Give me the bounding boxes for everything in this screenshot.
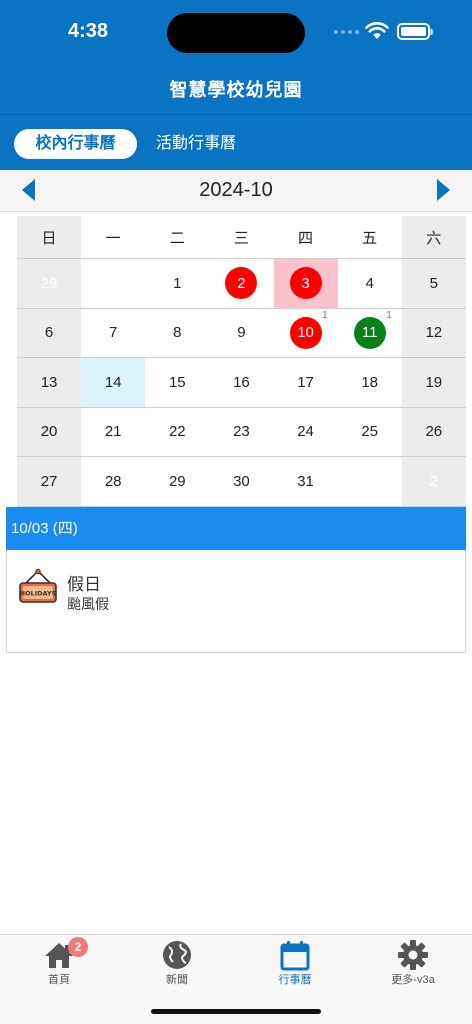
- calendar-tabs: 校內行事曆 活動行事曆: [0, 114, 472, 170]
- calendar-day[interactable]: 26: [401, 407, 466, 456]
- calendar-week: 20 21 22 23 24 25 26: [17, 407, 466, 457]
- calendar-day[interactable]: 10 1: [274, 309, 338, 358]
- event-day-marker: 10: [289, 316, 322, 349]
- calendar-week: 27 28 29 30 31 2: [17, 457, 466, 507]
- calendar-day-outside-month[interactable]: 29: [17, 259, 82, 308]
- nav-label: 更多-v3a: [391, 974, 435, 986]
- selected-day-header: 10/03 (四): [6, 507, 466, 550]
- calendar-day[interactable]: 2: [209, 259, 273, 308]
- globe-icon: [163, 941, 191, 969]
- battery-icon: [397, 23, 433, 40]
- weekday-label: 二: [169, 229, 185, 247]
- calendar-icon: [280, 941, 310, 971]
- calendar-day[interactable]: 18: [338, 358, 402, 407]
- calendar-day[interactable]: 29: [145, 457, 209, 506]
- calendar-day[interactable]: 1: [145, 259, 209, 308]
- calendar-week: 29 1 2 3 4 5: [17, 259, 466, 309]
- event-item[interactable]: HOLIDAYS 假日 颱風假: [6, 550, 466, 653]
- next-month-icon[interactable]: [432, 177, 454, 203]
- calendar-day[interactable]: 20: [17, 407, 82, 456]
- cellular-signal-icon: [334, 30, 359, 34]
- calendar-day[interactable]: 27: [17, 457, 82, 506]
- calendar-day-empty: [338, 457, 402, 506]
- wifi-icon: [365, 22, 389, 39]
- nav-label: 新聞: [166, 974, 188, 986]
- calendar-day[interactable]: 8: [145, 309, 209, 358]
- calendar-day[interactable]: 22: [145, 408, 209, 457]
- weekday-label: 六: [401, 216, 466, 258]
- top-header: 4:38 智慧學校幼兒園: [0, 0, 472, 114]
- calendar-day[interactable]: 28: [81, 457, 145, 506]
- calendar-day[interactable]: 30: [209, 457, 273, 506]
- calendar-day[interactable]: 21: [81, 408, 145, 457]
- calendar-day[interactable]: 25: [338, 408, 402, 457]
- weekday-label: 五: [362, 229, 378, 247]
- gear-icon: [398, 940, 428, 970]
- calendar-week: 6 7 8 9 10 1 11 1 12: [17, 308, 466, 358]
- event-count-badge: 1: [322, 309, 328, 321]
- nav-label: 行事曆: [278, 974, 312, 986]
- weekday-label: 日: [17, 216, 82, 258]
- notification-badge: 2: [68, 937, 88, 957]
- nav-item-more[interactable]: 更多-v3a: [354, 935, 472, 995]
- calendar-day[interactable]: 4: [338, 259, 402, 308]
- calendar-day-selected[interactable]: 3: [273, 259, 338, 308]
- calendar-day[interactable]: 24: [274, 408, 338, 457]
- calendar-day[interactable]: 19: [401, 358, 466, 407]
- tab-school-calendar[interactable]: 校內行事曆: [14, 129, 137, 159]
- status-time: 4:38: [68, 20, 109, 42]
- calendar-day[interactable]: 17: [274, 358, 338, 407]
- dynamic-island: [167, 13, 305, 53]
- app-title: 智慧學校幼兒園: [169, 80, 303, 100]
- calendar-day[interactable]: 23: [209, 408, 273, 457]
- calendar-day[interactable]: 7: [81, 309, 145, 358]
- nav-item-calendar[interactable]: 行事曆: [236, 935, 354, 995]
- calendar-day[interactable]: 6: [17, 308, 82, 357]
- calendar-day[interactable]: 15: [145, 358, 209, 407]
- nav-label: 首頁: [48, 974, 70, 986]
- calendar-day[interactable]: 11 1: [338, 309, 402, 358]
- nav-item-news[interactable]: 新聞: [118, 935, 236, 995]
- weekday-label: 四: [298, 229, 314, 247]
- event-day-marker: 11: [353, 316, 386, 349]
- calendar-day-empty: [81, 259, 145, 308]
- month-navigation: 2024-10: [0, 170, 472, 212]
- calendar-day[interactable]: 16: [209, 358, 273, 407]
- calendar-day[interactable]: 5: [401, 259, 466, 308]
- calendar-day[interactable]: 31: [274, 457, 338, 506]
- home-indicator: [151, 1009, 321, 1014]
- tab-activity-calendar[interactable]: 活動行事曆: [156, 129, 236, 159]
- weekday-label: 三: [233, 229, 249, 247]
- calendar-day-today[interactable]: 14: [81, 358, 146, 407]
- calendar-day-outside-month[interactable]: 2: [401, 457, 466, 506]
- calendar-day[interactable]: 12: [401, 308, 466, 357]
- calendar-day[interactable]: 9: [209, 309, 273, 358]
- calendar-week: 13 14 15 16 17 18 19: [17, 358, 466, 408]
- calendar-day[interactable]: 13: [17, 358, 82, 407]
- weekday-header: 日 一 二 三 四 五 六: [17, 216, 466, 259]
- event-title: 假日: [67, 575, 101, 594]
- holidays-sign-text: HOLIDAYS: [20, 590, 57, 598]
- event-day-marker: 2: [225, 267, 258, 300]
- weekday-label: 一: [105, 229, 121, 247]
- month-title: 2024-10: [199, 179, 273, 201]
- event-description: 颱風假: [67, 596, 109, 612]
- nav-item-home[interactable]: 2 首頁: [0, 935, 118, 995]
- event-count-badge: 1: [386, 309, 392, 321]
- calendar-grid: 日 一 二 三 四 五 六 29 1 2 3 4 5 6 7 8 9 10 1 …: [17, 216, 466, 507]
- holidays-sign-icon: HOLIDAYS: [19, 568, 57, 603]
- event-day-marker: 3: [289, 267, 322, 300]
